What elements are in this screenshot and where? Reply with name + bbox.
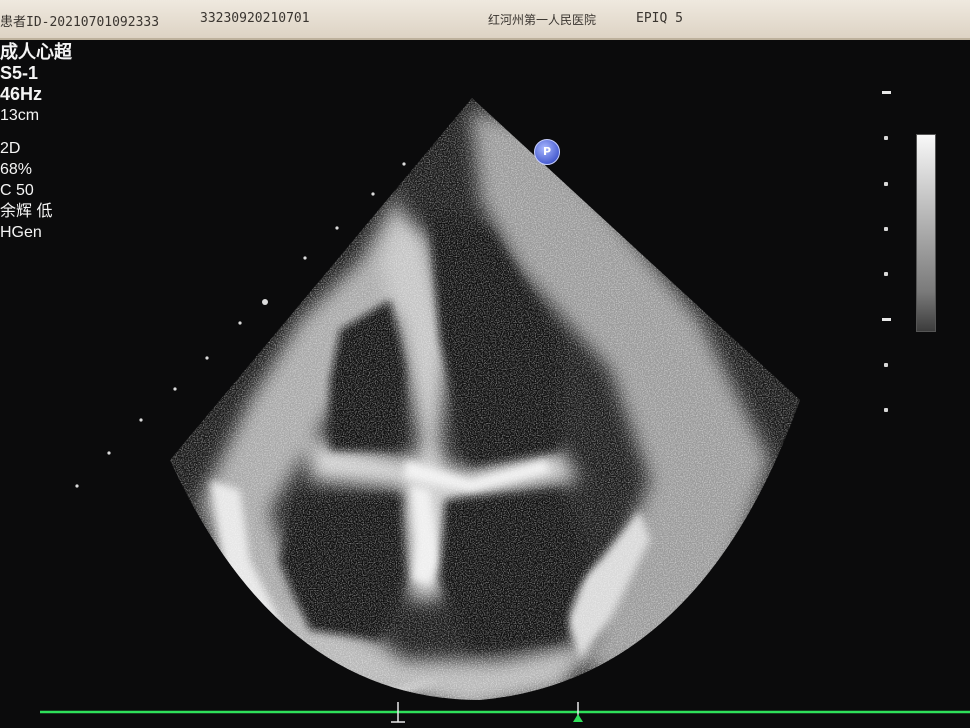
exam-id: 患者ID-20210701092333 [0, 15, 160, 30]
persistence-label: 余辉 低 [0, 203, 53, 220]
ecg-trace [40, 702, 970, 723]
parameter-panel: 成人心超 S5-1 46Hz 13cm 2D 68% C 50 余辉 低 HGe… [0, 42, 72, 243]
probe-orientation-marker: P [534, 139, 560, 165]
depth-tick [884, 227, 888, 231]
echo-image-area: P [0, 40, 970, 728]
compression-label: C 50 [0, 182, 34, 199]
depth-label: 13cm [0, 107, 40, 124]
mode-label: 2D [0, 140, 21, 157]
system-name: EPIQ 5 [636, 11, 683, 26]
hospital-name: 红河州第一人民医院 [488, 13, 597, 27]
resolution-label: HGen [0, 224, 42, 241]
depth-tick [884, 272, 888, 276]
depth-tick [884, 182, 888, 186]
ecg-marker-triangle [573, 714, 583, 722]
echocardiogram-sector [75, 98, 800, 700]
grayscale-bar [916, 134, 936, 332]
probe-label: S5-1 [0, 63, 39, 83]
depth-tick-major [882, 318, 891, 321]
depth-tick [884, 408, 888, 412]
ultrasound-screen: 患者ID-20210701092333 33230920210701 红河州第一… [0, 0, 970, 728]
speckle-noise [170, 98, 800, 700]
depth-tick [884, 363, 888, 367]
depth-tick-major [882, 91, 891, 94]
patient-info-bar: 患者ID-20210701092333 33230920210701 红河州第一… [0, 0, 970, 40]
depth-tick [884, 136, 888, 140]
frequency-label: 46Hz [0, 84, 43, 104]
accession-number: 33230920210701 [200, 11, 310, 26]
gain-label: 68% [0, 161, 33, 178]
preset-label: 成人心超 [0, 42, 72, 62]
